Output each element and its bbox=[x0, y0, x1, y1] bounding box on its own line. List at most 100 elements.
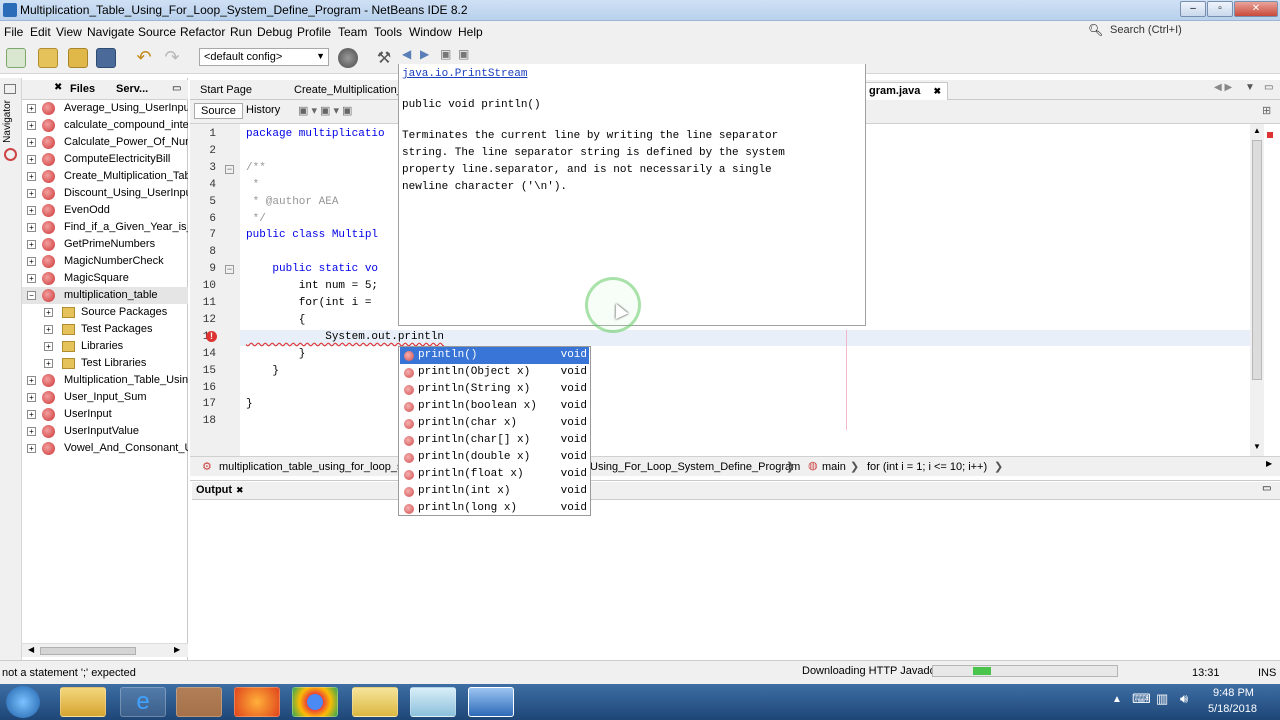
tree-child-item[interactable]: + Test Libraries bbox=[22, 355, 188, 372]
scroll-left-icon[interactable]: ◀ bbox=[28, 645, 34, 654]
new-file-icon[interactable] bbox=[6, 48, 26, 68]
start-button[interactable] bbox=[6, 686, 40, 718]
tab-active-file[interactable]: gram.java ✖ bbox=[862, 82, 948, 100]
completion-item[interactable]: println(char x) void bbox=[400, 415, 589, 432]
completion-item[interactable]: println(boolean x) void bbox=[400, 398, 589, 415]
code-line[interactable]: } bbox=[246, 398, 253, 410]
expand-icon[interactable]: + bbox=[44, 325, 53, 334]
minimize-output-icon[interactable]: ▭ bbox=[1262, 483, 1271, 494]
tree-project-item[interactable]: + Average_Using_UserInput bbox=[22, 100, 188, 117]
expand-icon[interactable]: + bbox=[27, 410, 36, 419]
tree-project-item[interactable]: + Create_Multiplication_Table bbox=[22, 168, 188, 185]
open-browser-icon[interactable]: ▣ bbox=[440, 47, 451, 61]
tree-project-item[interactable]: + UserInput bbox=[22, 406, 188, 423]
expand-icon[interactable]: + bbox=[27, 257, 36, 266]
code-line[interactable]: public static vo bbox=[246, 263, 378, 275]
tab-create-multiplication[interactable]: Create_Multiplication_T bbox=[278, 82, 416, 100]
code-line[interactable]: */ bbox=[246, 213, 266, 225]
tree-project-item[interactable]: + MagicNumberCheck bbox=[22, 253, 188, 270]
source-tab[interactable]: Source bbox=[194, 103, 243, 119]
netbeans-taskbar-icon[interactable] bbox=[468, 687, 514, 717]
expand-icon[interactable]: + bbox=[27, 444, 36, 453]
editor-scroll-thumb[interactable] bbox=[1252, 140, 1262, 380]
scroll-up-icon[interactable]: ▲ bbox=[1253, 126, 1261, 135]
menu-file[interactable]: File bbox=[4, 25, 23, 39]
maximize-editor-icon[interactable]: ▭ bbox=[1264, 82, 1273, 93]
tree-project-item[interactable]: − multiplication_table bbox=[22, 287, 188, 304]
back-icon[interactable]: ◀ bbox=[402, 47, 411, 61]
code-line[interactable]: } bbox=[246, 365, 279, 377]
scroll-down-icon[interactable]: ▼ bbox=[1253, 442, 1261, 451]
editor-vertical-scrollbar[interactable]: ▲ ▼ bbox=[1250, 124, 1264, 456]
tree-project-item[interactable]: + Multiplication_Table_Using_ bbox=[22, 372, 188, 389]
tree-project-item[interactable]: + Discount_Using_UserInput bbox=[22, 185, 188, 202]
fold-icon[interactable]: − bbox=[225, 165, 234, 174]
tray-up-icon[interactable]: ▲ bbox=[1112, 694, 1122, 705]
tab-services[interactable]: Serv... bbox=[116, 83, 148, 95]
tree-project-item[interactable]: + User_Input_Sum bbox=[22, 389, 188, 406]
scroll-tabs-left-icon[interactable]: ◀ ▶ bbox=[1214, 82, 1232, 93]
completion-item[interactable]: println(Object x) void bbox=[400, 364, 589, 381]
tree-project-item[interactable]: + ComputeElectricityBill bbox=[22, 151, 188, 168]
close-output-icon[interactable]: ✖ bbox=[236, 485, 244, 496]
menu-edit[interactable]: Edit bbox=[30, 25, 51, 39]
minimize-panel-icon[interactable]: ▭ bbox=[172, 83, 181, 94]
undo-icon[interactable]: ↶ bbox=[134, 48, 154, 68]
close-window-button[interactable]: ✕ bbox=[1234, 1, 1278, 17]
tab-files[interactable]: Files bbox=[70, 83, 95, 95]
completion-item[interactable]: println(String x) void bbox=[400, 381, 589, 398]
media-player-taskbar-icon[interactable] bbox=[176, 687, 222, 717]
expand-icon[interactable]: + bbox=[27, 223, 36, 232]
completion-item[interactable]: println(int x) void bbox=[400, 483, 589, 500]
tree-child-item[interactable]: + Source Packages bbox=[22, 304, 188, 321]
expand-icon[interactable]: + bbox=[27, 393, 36, 402]
completion-item[interactable]: println(long x) void bbox=[400, 500, 589, 517]
save-all-icon[interactable] bbox=[96, 48, 116, 68]
new-project-icon[interactable] bbox=[38, 48, 58, 68]
clock-date[interactable]: 5/18/2018 bbox=[1208, 703, 1257, 715]
code-line[interactable]: for(int i = bbox=[246, 297, 378, 309]
folder-taskbar-icon[interactable] bbox=[352, 687, 398, 717]
expand-icon[interactable]: + bbox=[27, 155, 36, 164]
code-line[interactable]: int num = 5; bbox=[246, 280, 378, 292]
close-tab-icon[interactable]: ✖ bbox=[933, 86, 941, 96]
navigator-tab[interactable]: Navigator bbox=[2, 100, 13, 143]
ie-taskbar-icon[interactable]: e bbox=[120, 687, 166, 717]
scroll-thumb[interactable] bbox=[40, 647, 136, 655]
menu-team[interactable]: Team bbox=[338, 25, 367, 39]
network-icon[interactable]: ▥ bbox=[1156, 691, 1168, 707]
tree-project-item[interactable]: + Vowel_And_Consonant_Usi bbox=[22, 440, 188, 457]
chrome-taskbar-icon[interactable] bbox=[292, 687, 338, 717]
minimize-button[interactable]: – bbox=[1180, 1, 1206, 17]
expand-icon[interactable]: + bbox=[27, 138, 36, 147]
explorer-taskbar-icon[interactable] bbox=[60, 687, 106, 717]
expand-icon[interactable]: + bbox=[27, 172, 36, 181]
tree-project-item[interactable]: + MagicSquare bbox=[22, 270, 188, 287]
tree-child-item[interactable]: + Libraries bbox=[22, 338, 188, 355]
maximize-button[interactable]: ▫ bbox=[1207, 1, 1233, 17]
menu-tools[interactable]: Tools bbox=[374, 25, 402, 39]
expand-icon[interactable]: + bbox=[27, 427, 36, 436]
tree-project-item[interactable]: + GetPrimeNumbers bbox=[22, 236, 188, 253]
horizontal-scrollbar[interactable]: ◀ ▶ bbox=[22, 643, 188, 657]
completion-item[interactable]: println() void bbox=[400, 347, 589, 364]
menu-profile[interactable]: Profile bbox=[297, 25, 331, 39]
forward-icon[interactable]: ▶ bbox=[420, 47, 429, 61]
breadcrumb-statement[interactable]: for (int i = 1; i <= 10; i++) bbox=[867, 461, 987, 473]
restore-icon[interactable] bbox=[4, 84, 16, 94]
expand-icon[interactable]: + bbox=[44, 359, 53, 368]
clock-time[interactable]: 9:48 PM bbox=[1213, 687, 1254, 699]
breadcrumb-package[interactable]: multiplication_table_using_for_loop_sys bbox=[219, 461, 413, 473]
code-line[interactable]: * bbox=[246, 179, 260, 191]
search-box[interactable]: 🔍︎ Search (Ctrl+I) bbox=[1086, 22, 1278, 40]
menu-view[interactable]: View bbox=[56, 25, 82, 39]
tree-project-item[interactable]: + calculate_compound_intere bbox=[22, 117, 188, 134]
code-line[interactable]: /** bbox=[246, 162, 266, 174]
menu-source[interactable]: Source bbox=[138, 25, 176, 39]
completion-item[interactable]: println(float x) void bbox=[400, 466, 589, 483]
code-line[interactable]: public class Multipl bbox=[246, 229, 378, 241]
menu-window[interactable]: Window bbox=[409, 25, 452, 39]
split-editor-icon[interactable]: ⊞ bbox=[1262, 104, 1271, 117]
code-line[interactable]: * @author AEA bbox=[246, 196, 339, 208]
expand-icon[interactable]: + bbox=[27, 376, 36, 385]
